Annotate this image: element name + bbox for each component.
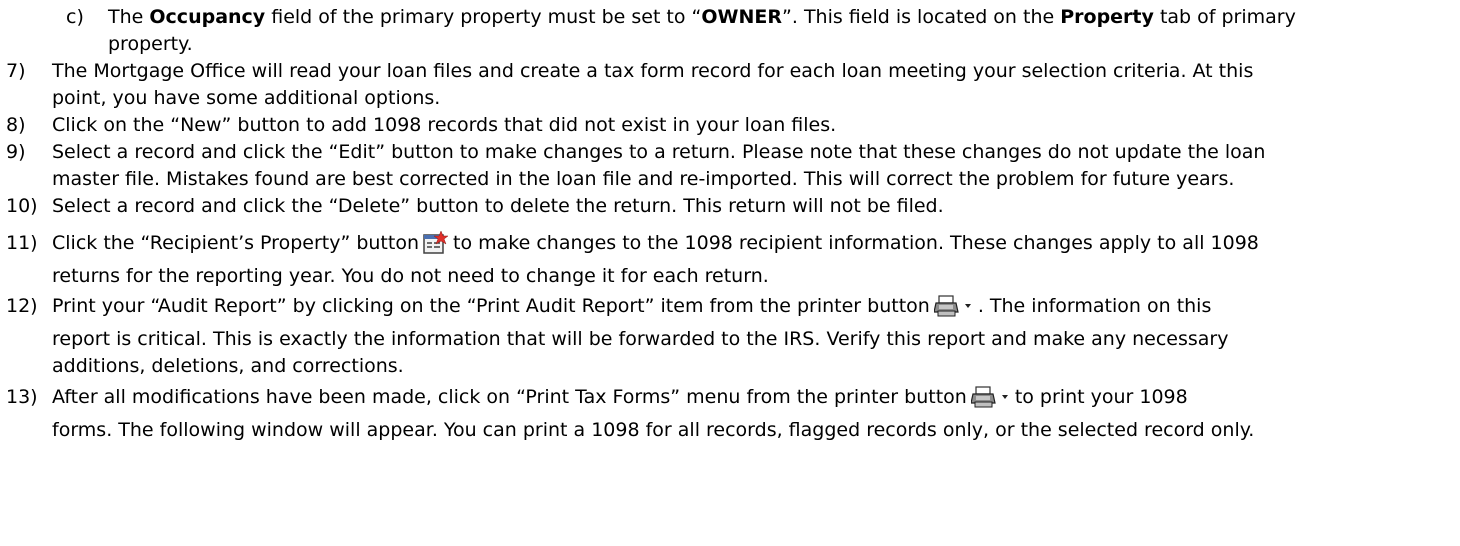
printer-dropdown-icon (933, 294, 974, 326)
property-term: Property (1060, 6, 1154, 28)
item-line-1: After all modifications have been made, … (52, 384, 1452, 417)
properties-icon (423, 230, 449, 263)
item-line-1: The Occupancy field of the primary prope… (108, 6, 1296, 28)
item-text: Click the “Recipient’s Property” button t… (52, 230, 1452, 290)
item-line-1: The Mortgage Office will read your loan … (52, 60, 1254, 82)
item-line-2: returns for the reporting year. You do n… (52, 265, 769, 287)
item-number: 10) (6, 195, 38, 217)
document-page: c) The Occupancy field of the primary pr… (0, 0, 1460, 546)
item-line-1: Select a record and click the “Edit” but… (52, 141, 1266, 163)
item-text: The Occupancy field of the primary prope… (108, 4, 1448, 58)
item-number: 13) (6, 386, 38, 408)
item-text: After all modifications have been made, … (52, 384, 1452, 444)
item-number: 8) (6, 114, 26, 136)
item-line-2: report is critical. This is exactly the … (52, 328, 1229, 350)
item-line-1: Click on the “New” button to add 1098 re… (52, 114, 837, 136)
item-line-2: point, you have some additional options. (52, 87, 441, 109)
item-text: Print your “Audit Report” by clicking on… (52, 293, 1452, 380)
item-line-1: Print your “Audit Report” by clicking on… (52, 293, 1452, 326)
item-number: c) (66, 6, 84, 28)
printer-dropdown-icon (970, 385, 1011, 417)
item-text: Select a record and click the “Edit” but… (52, 139, 1452, 193)
item-number: 12) (6, 295, 38, 317)
item-line-3: additions, deletions, and corrections. (52, 355, 404, 377)
item-text: Click on the “New” button to add 1098 re… (52, 112, 1452, 139)
item-number: 7) (6, 60, 26, 82)
item-line-2: property. (108, 33, 193, 55)
owner-term: OWNER (701, 6, 783, 28)
item-text: Select a record and click the “Delete” b… (52, 193, 1452, 220)
item-number: 9) (6, 141, 26, 163)
occupancy-term: Occupancy (149, 6, 266, 28)
item-text: The Mortgage Office will read your loan … (52, 58, 1452, 112)
item-number: 11) (6, 232, 38, 254)
item-line-1: Select a record and click the “Delete” b… (52, 195, 944, 217)
item-line-2: forms. The following window will appear.… (52, 419, 1255, 441)
item-line-2: master file. Mistakes found are best cor… (52, 168, 1235, 190)
item-line-1: Click the “Recipient’s Property” button t… (52, 230, 1452, 263)
